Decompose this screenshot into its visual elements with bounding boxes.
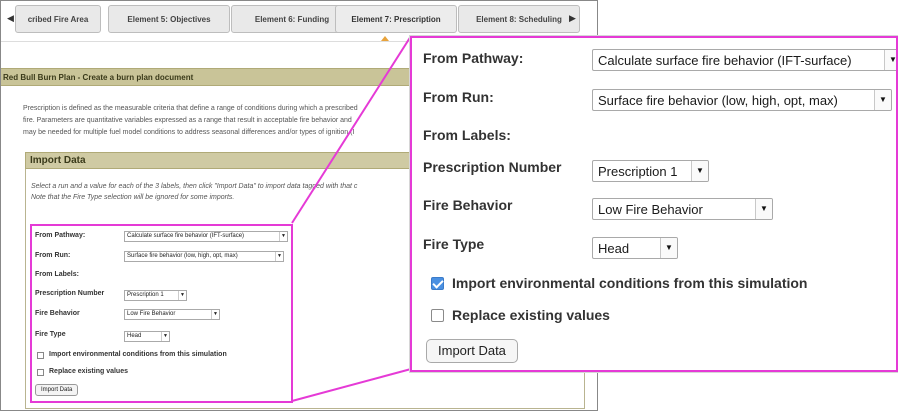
chevron-down-icon: ▼ [691,161,708,181]
replace-values-label: Replace existing values [452,307,610,323]
element-tab-bar: ◀ cribed Fire Area Element 5: Objectives… [1,1,597,41]
tab-prescription[interactable]: Element 7: Prescription [335,5,457,33]
zoomed-import-form: From Pathway: Calculate surface fire beh… [410,36,898,372]
import-env-checkbox[interactable] [431,277,444,290]
from-pathway-value: Calculate surface fire behavior (IFT-sur… [598,53,852,68]
tab-scroll-left-icon[interactable]: ◀ [7,13,14,24]
replace-values-checkbox[interactable] [431,309,444,322]
from-labels-label: From Labels: [423,127,511,143]
from-pathway-select[interactable]: Calculate surface fire behavior (IFT-sur… [592,49,896,71]
instruction-line: Note that the Fire Type selection will b… [31,194,235,201]
fire-type-label: Fire Type [423,236,485,252]
prescription-number-value: Prescription 1 [598,164,678,179]
fire-behavior-label: Fire Behavior [423,197,513,213]
chevron-down-icon: ▼ [755,199,772,219]
import-env-label: Import environmental conditions from thi… [452,275,808,291]
tab-objectives[interactable]: Element 5: Objectives [108,5,230,33]
fire-type-value: Head [598,241,630,256]
tab-scroll-right-icon[interactable]: ▶ [569,13,576,24]
screenshot-stage: ◀ cribed Fire Area Element 5: Objectives… [0,0,898,411]
fire-behavior-value: Low Fire Behavior [598,202,703,217]
from-pathway-label: From Pathway: [423,50,524,66]
tab-scheduling[interactable]: Element 8: Scheduling [458,5,580,33]
prescription-number-select[interactable]: Prescription 1 ▼ [592,160,709,182]
import-instructions: Select a run and a value for each of the… [31,181,357,203]
from-run-select[interactable]: Surface fire behavior (low, high, opt, m… [592,89,892,111]
fire-type-select[interactable]: Head ▼ [592,237,678,259]
import-data-button[interactable]: Import Data [426,339,518,363]
fire-behavior-select[interactable]: Low Fire Behavior ▼ [592,198,773,220]
chevron-down-icon: ▼ [874,90,891,110]
tab-prescribed-fire-area[interactable]: cribed Fire Area [15,5,101,33]
prescription-number-label: Prescription Number [423,159,562,175]
chevron-down-icon: ▼ [660,238,677,258]
highlight-rectangle [30,224,293,403]
chevron-down-icon: ▼ [884,50,896,70]
instruction-line: Select a run and a value for each of the… [31,183,358,190]
from-run-label: From Run: [423,89,494,105]
from-run-value: Surface fire behavior (low, high, opt, m… [598,93,838,108]
